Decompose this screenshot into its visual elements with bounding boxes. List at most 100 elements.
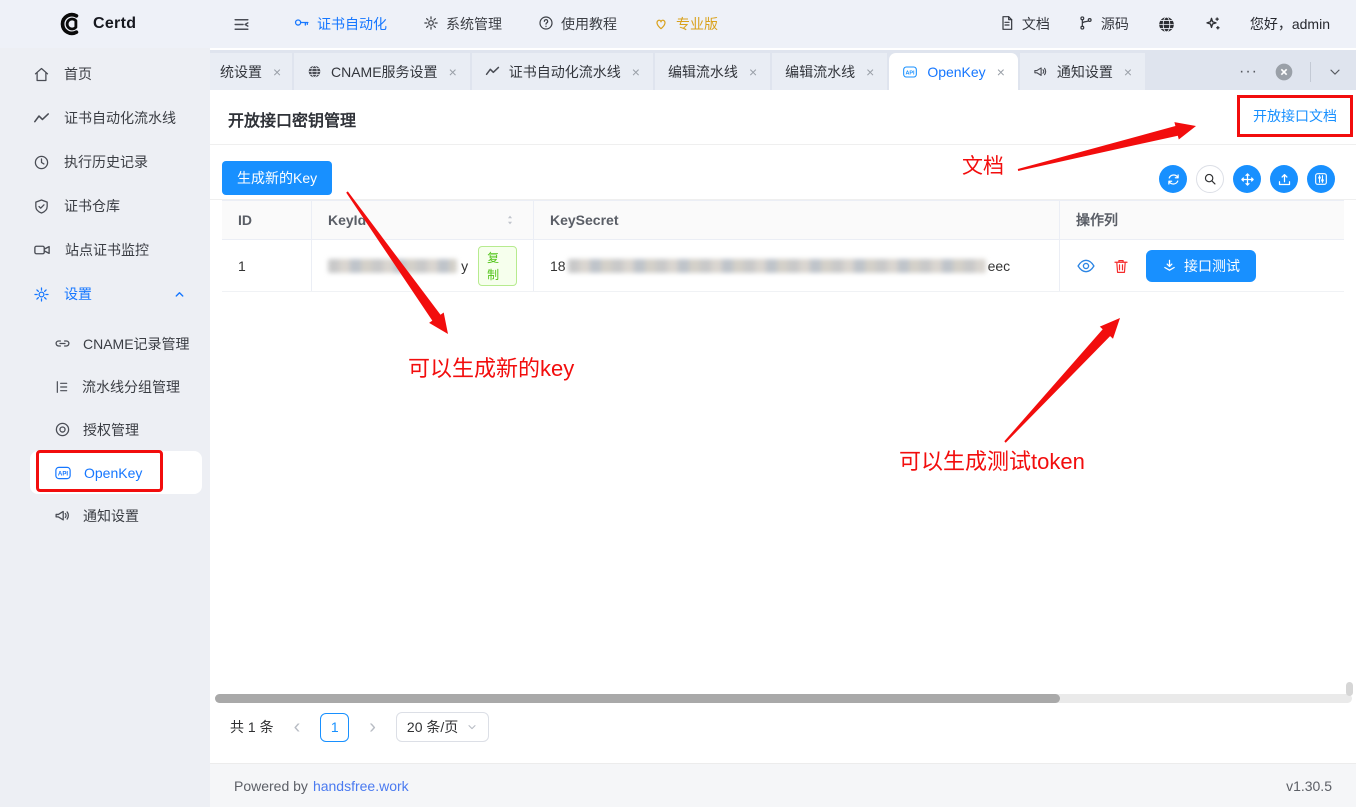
menu-cert-automation[interactable]: 证书自动化	[293, 14, 387, 34]
tab-cert-pipelines[interactable]: 证书自动化流水线 ×	[472, 53, 653, 90]
certd-app: Certd 证书自动化 系统管理 使用教程 专业版 文	[0, 0, 1356, 807]
user-greeting[interactable]: 您好，admin	[1250, 14, 1330, 34]
refresh-button[interactable]	[1159, 165, 1187, 193]
git-branch-icon	[1078, 15, 1094, 34]
more-tabs-icon[interactable]: ···	[1239, 63, 1258, 81]
version-text: v1.30.5	[1286, 778, 1332, 794]
megaphone-icon	[1033, 64, 1048, 79]
logo-text: Certd	[93, 15, 136, 33]
language-globe-icon[interactable]	[1157, 15, 1176, 34]
handsfree-link[interactable]: handsfree.work	[313, 778, 409, 794]
sidebar-item-cname-records[interactable]: CNAME记录管理	[30, 322, 202, 365]
sidebar-item-history[interactable]: 执行历史记录	[0, 140, 210, 184]
logo[interactable]: Certd	[0, 11, 210, 37]
close-icon[interactable]: ×	[1124, 64, 1132, 80]
prev-page-icon[interactable]: ‹	[290, 717, 305, 737]
compact-button[interactable]	[1233, 165, 1261, 193]
sidebar-item-openkey[interactable]: OpenKey	[30, 451, 202, 494]
menu-pro-edition[interactable]: 专业版	[653, 14, 718, 34]
tab-settings-truncated[interactable]: 统设置 ×	[210, 53, 292, 90]
column-header-keysecret: KeySecret	[534, 201, 1060, 239]
cell-id: 1	[222, 240, 312, 291]
close-icon[interactable]: ×	[632, 64, 640, 80]
next-page-icon[interactable]: ›	[365, 717, 380, 737]
shield-icon	[33, 198, 50, 215]
openkey-table: ID KeyId KeySecret 操作列 1 y 复制 18 e	[222, 200, 1344, 292]
tabbar-controls: ···	[1226, 53, 1356, 90]
sidebar-item-cert-repo[interactable]: 证书仓库	[0, 184, 210, 228]
redacted-keyid	[328, 259, 457, 273]
target-icon	[54, 421, 71, 438]
sidebar-item-site-monitor[interactable]: 站点证书监控	[0, 228, 210, 272]
group-list-icon	[54, 379, 70, 395]
page-size-select[interactable]: 20 条/页	[396, 712, 489, 742]
sidebar: 首页 证书自动化流水线 执行历史记录 证书仓库 站点证书监控 设置 CNAME记…	[0, 48, 210, 807]
top-header: Certd 证书自动化 系统管理 使用教程 专业版 文	[0, 0, 1356, 48]
columns-settings-button[interactable]	[1307, 165, 1335, 193]
export-button[interactable]	[1270, 165, 1298, 193]
horizontal-scrollbar[interactable]	[215, 694, 1352, 703]
delete-trash-icon[interactable]	[1112, 257, 1130, 275]
tab-notify-settings[interactable]: 通知设置 ×	[1020, 53, 1145, 90]
pipeline-icon	[485, 64, 500, 79]
copy-tag[interactable]: 复制	[478, 246, 517, 286]
pagination: 共 1 条 ‹ 1 › 20 条/页	[230, 712, 489, 742]
tab-bar: 统设置 × CNAME服务设置 × 证书自动化流水线 × 编辑流水线 × 编辑流…	[210, 50, 1356, 90]
sidebar-item-notify-settings[interactable]: 通知设置	[30, 494, 202, 537]
history-icon	[33, 154, 50, 171]
sort-icon[interactable]	[503, 213, 517, 227]
settings-submenu: CNAME记录管理 流水线分组管理 授权管理 OpenKey 通知设置	[0, 322, 210, 537]
globe-icon	[307, 64, 322, 79]
close-icon[interactable]: ×	[749, 64, 757, 80]
monitor-camera-icon	[33, 241, 51, 259]
api-icon	[902, 64, 918, 80]
open-api-doc-link[interactable]: 开放接口文档	[1237, 95, 1353, 137]
search-button[interactable]	[1196, 165, 1224, 193]
sparkles-icon[interactable]	[1204, 15, 1222, 33]
sidebar-item-settings[interactable]: 设置	[0, 272, 210, 316]
key-icon	[293, 14, 310, 34]
menu-system-admin[interactable]: 系统管理	[423, 14, 502, 34]
api-test-button[interactable]: 接口测试	[1146, 250, 1256, 282]
sidebar-item-home[interactable]: 首页	[0, 52, 210, 96]
page-header: 开放接口密钥管理 开放接口文档	[210, 90, 1356, 145]
megaphone-icon	[54, 507, 71, 524]
cell-keyid: y 复制	[312, 240, 534, 291]
header-right: 文档 源码 您好，admin	[999, 14, 1356, 34]
sidebar-fold-icon[interactable]	[232, 15, 251, 34]
close-icon[interactable]: ×	[866, 64, 874, 80]
scrollbar-thumb[interactable]	[215, 694, 1060, 703]
gear-icon	[423, 15, 439, 34]
divider	[1310, 62, 1311, 82]
close-all-tabs-icon[interactable]	[1274, 62, 1294, 82]
menu-tutorial[interactable]: 使用教程	[538, 14, 617, 34]
chevron-up-icon	[173, 288, 186, 301]
generate-key-button[interactable]: 生成新的Key	[222, 161, 332, 195]
cell-keysecret: 18 eec	[534, 240, 1060, 291]
chevron-down-icon	[466, 721, 478, 733]
tab-openkey[interactable]: OpenKey ×	[889, 53, 1018, 90]
tab-cname-service[interactable]: CNAME服务设置 ×	[294, 53, 470, 90]
docs-link[interactable]: 文档	[999, 14, 1050, 34]
tab-edit-pipeline-1[interactable]: 编辑流水线 ×	[655, 53, 770, 90]
sidebar-item-pipeline-groups[interactable]: 流水线分组管理	[30, 365, 202, 408]
close-icon[interactable]: ×	[997, 64, 1005, 80]
page-number[interactable]: 1	[320, 713, 349, 742]
source-code-link[interactable]: 源码	[1078, 14, 1129, 34]
close-icon[interactable]: ×	[273, 64, 281, 80]
api-icon	[54, 464, 72, 482]
column-header-keyid[interactable]: KeyId	[312, 201, 534, 239]
sidebar-item-pipelines[interactable]: 证书自动化流水线	[0, 96, 210, 140]
sidebar-item-auth-manage[interactable]: 授权管理	[30, 408, 202, 451]
download-icon	[1162, 258, 1177, 273]
question-icon	[538, 15, 554, 34]
tab-edit-pipeline-2[interactable]: 编辑流水线 ×	[772, 53, 887, 90]
close-icon[interactable]: ×	[449, 64, 457, 80]
column-header-id: ID	[222, 201, 312, 239]
vertical-scrollbar[interactable]	[1346, 682, 1353, 696]
powered-by-text: Powered by	[234, 778, 308, 794]
chevron-down-icon[interactable]	[1327, 64, 1343, 80]
view-eye-icon[interactable]	[1076, 256, 1096, 276]
header-menu: 证书自动化 系统管理 使用教程 专业版	[293, 14, 718, 34]
table-header-row: ID KeyId KeySecret 操作列	[222, 200, 1344, 240]
